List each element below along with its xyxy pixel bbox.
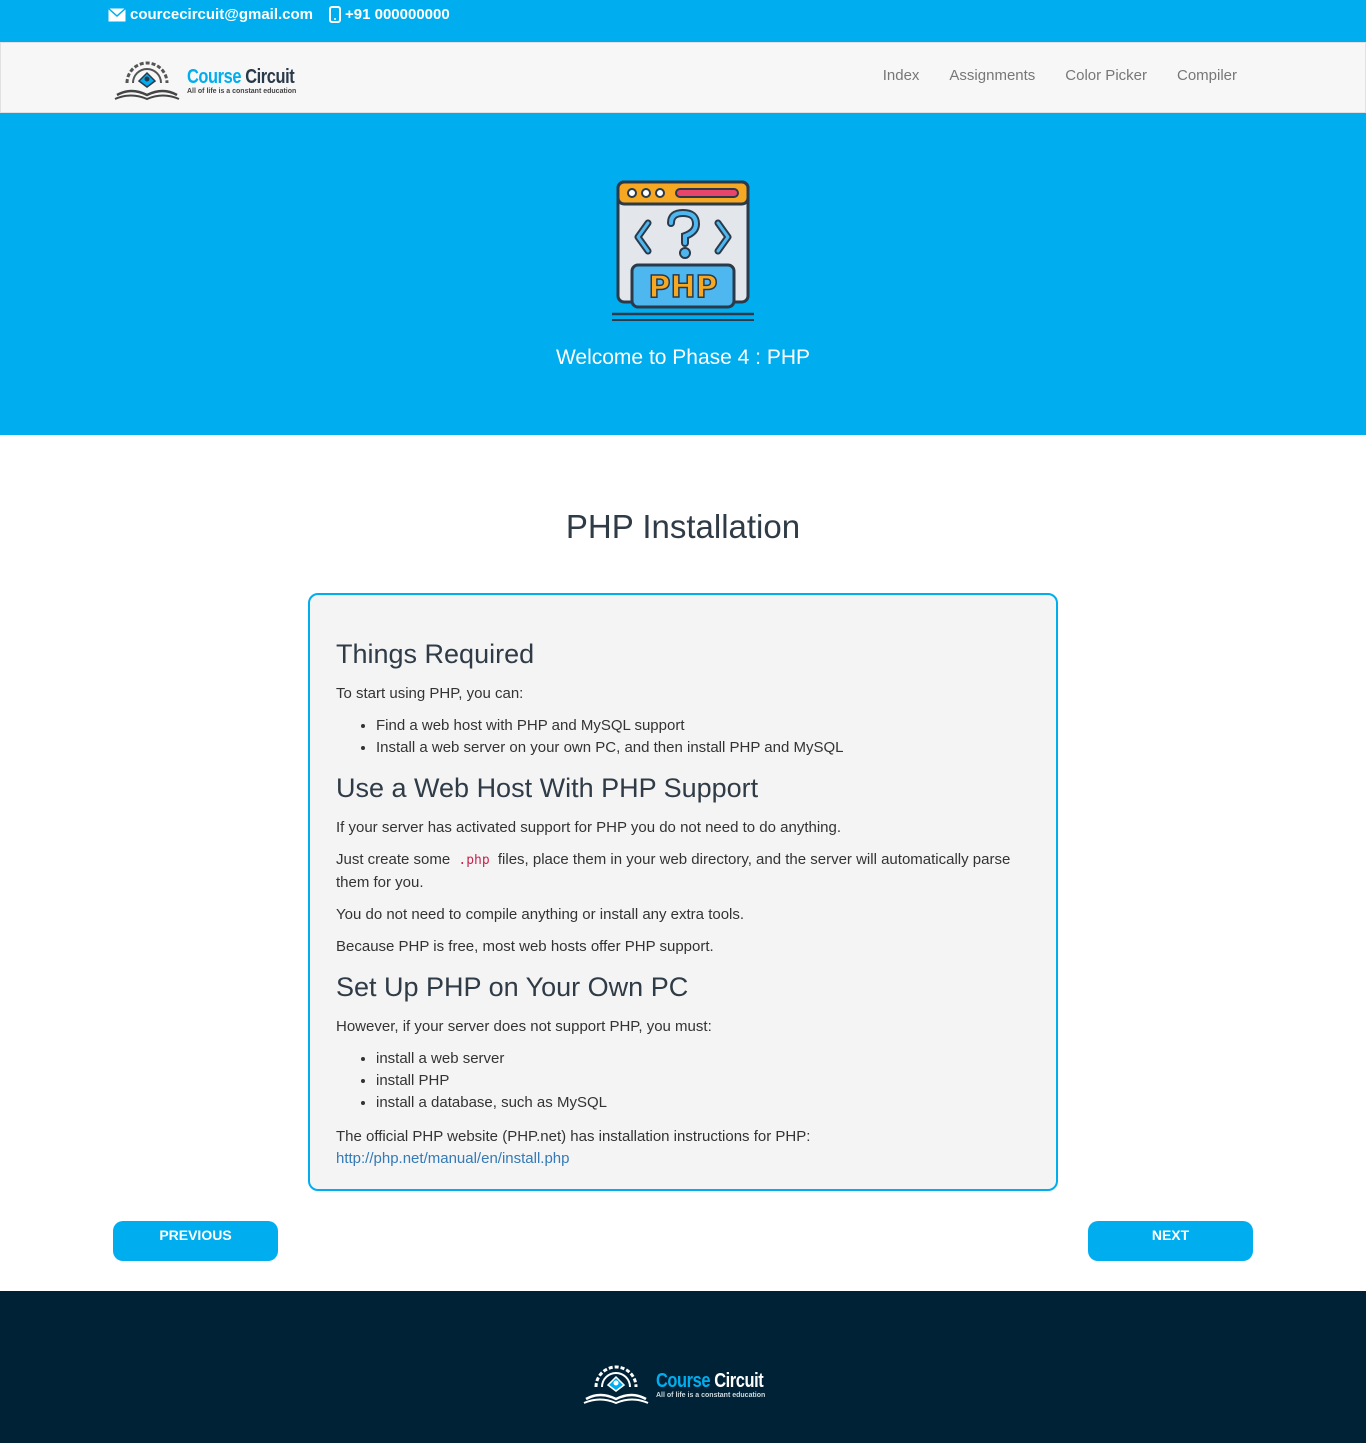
section2-paragraph-1: If your server has activated support for… (336, 819, 842, 836)
top-contact-bar: courcecircuit@gmail.com +91 000000000 (0, 0, 1366, 42)
list-item: install a database, such as MySQL (376, 1092, 1030, 1114)
nav-item-compiler[interactable]: Compiler (1177, 67, 1237, 84)
list-item: Find a web host with PHP and MySQL suppo… (376, 715, 1030, 737)
previous-button[interactable]: PREVIOUS (113, 1221, 278, 1261)
php-code-window-icon: PHP (612, 180, 754, 321)
section2-paragraph-4: Because PHP is free, most web hosts offe… (336, 938, 714, 955)
outro-text: The official PHP website (PHP.net) has i… (336, 1128, 811, 1145)
phone-text: +91 000000000 (345, 6, 450, 23)
footer: Course Circuit All of life is a constant… (0, 1291, 1366, 1443)
install-instructions-link[interactable]: http://php.net/manual/en/install.php (336, 1150, 570, 1167)
php-extension-code: .php (458, 853, 490, 868)
section-heading-things-required: Things Required (336, 639, 535, 669)
footer-brand-name-part1: Course (656, 1369, 711, 1392)
envelope-icon (108, 7, 126, 21)
nav-item-assignments[interactable]: Assignments (949, 67, 1035, 84)
section2-paragraph-3: You do not need to compile anything or i… (336, 906, 745, 923)
requirements-list: Find a web host with PHP and MySQL suppo… (376, 715, 1030, 759)
brand-name-part2: Circuit (245, 65, 295, 88)
footer-brand-logo[interactable]: Course Circuit All of life is a constant… (582, 1361, 792, 1407)
section2-paragraph-2: Just create some .php files, place them … (336, 849, 1030, 894)
brand-name-part1: Course (187, 65, 242, 88)
list-item: install a web server (376, 1048, 1030, 1070)
course-circuit-logo-icon (583, 1365, 649, 1405)
content-card: Things Required To start using PHP, you … (308, 593, 1058, 1191)
list-item: install PHP (376, 1070, 1030, 1092)
section3-intro: However, if your server does not support… (336, 1018, 712, 1035)
section-heading-own-pc: Set Up PHP on Your Own PC (336, 972, 689, 1002)
brand-tagline: All of life is a constant education (187, 87, 297, 95)
install-steps-list: install a web server install PHP install… (376, 1048, 1030, 1114)
section-heading-web-host: Use a Web Host With PHP Support (336, 773, 759, 803)
mobile-phone-icon (329, 6, 341, 23)
email-contact[interactable]: courcecircuit@gmail.com (108, 6, 313, 23)
main-navbar: Course Circuit All of life is a constant… (0, 42, 1366, 113)
footer-brand-tagline: All of life is a constant education (656, 1391, 766, 1399)
section1-intro: To start using PHP, you can: (336, 685, 524, 702)
list-item: Install a web server on your own PC, and… (376, 737, 1030, 759)
paragraph-text: Just create some (336, 851, 451, 868)
course-circuit-logo-icon (114, 61, 180, 101)
brand-logo[interactable]: Course Circuit All of life is a constant… (113, 57, 323, 103)
nav-item-color-picker[interactable]: Color Picker (1065, 67, 1147, 84)
nav-item-index[interactable]: Index (883, 67, 920, 84)
phone-contact[interactable]: +91 000000000 (329, 6, 450, 23)
page-title: PHP Installation (565, 508, 801, 545)
hero-welcome-text: Welcome to Phase 4 : PHP (555, 346, 811, 369)
nav-links: Index Assignments Color Picker Compiler (883, 67, 1237, 84)
footer-brand-name-part2: Circuit (714, 1369, 764, 1392)
next-button[interactable]: NEXT (1088, 1221, 1253, 1261)
section3-outro: The official PHP website (PHP.net) has i… (336, 1126, 1030, 1170)
email-text: courcecircuit@gmail.com (130, 6, 314, 23)
hero-banner: PHP Welcome to Phase 4 : PHP (0, 113, 1366, 435)
php-icon-label: PHP (648, 270, 717, 305)
